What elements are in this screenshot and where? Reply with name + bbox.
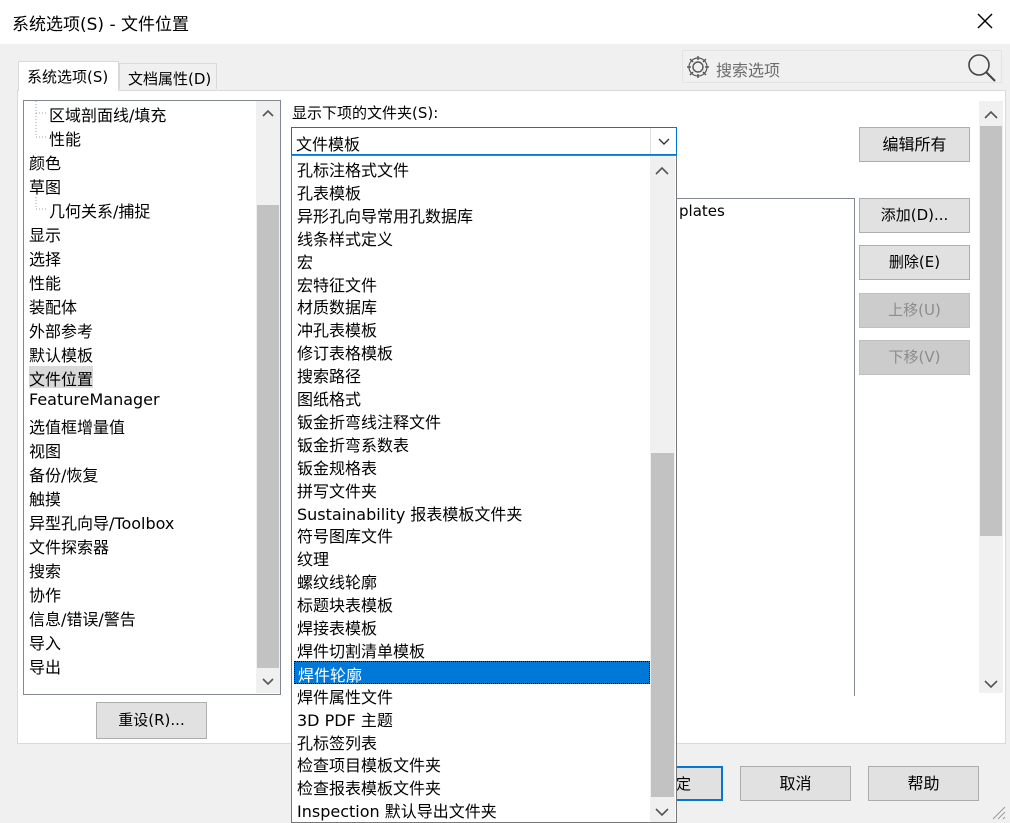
- close-icon: [977, 13, 993, 29]
- panel-scroll-thumb[interactable]: [980, 126, 1002, 536]
- tree-item[interactable]: 默认模板: [29, 342, 93, 365]
- tree-item[interactable]: 文件探索器: [29, 534, 109, 557]
- tree-item[interactable]: 外部参考: [29, 318, 93, 341]
- tree-connector-lines: [35, 101, 47, 210]
- options-tree[interactable]: 区域剖面线/填充 性能 颜色 草图 几何关系/捕捉 显示 选择 性能 装配体 外部参考 默认模板 文件…: [23, 100, 281, 695]
- dropdown-option[interactable]: 孔标注格式文件: [294, 157, 650, 180]
- dropdown-option[interactable]: 修订表格模板: [294, 340, 650, 363]
- help-button[interactable]: 帮助: [868, 766, 979, 801]
- combo-label: 显示下项的文件夹(S):: [292, 104, 439, 122]
- folder-type-dropdown-list[interactable]: 孔标注格式文件 孔表模板 异形孔向导常用孔数据库 线条样式定义宏宏特征文件 材质数据库冲…: [291, 155, 677, 823]
- close-button[interactable]: [970, 6, 1000, 36]
- dropdown-option[interactable]: 材质数据库: [294, 294, 650, 317]
- resize-grip-icon[interactable]: [990, 804, 1006, 820]
- ok-button-label: 定: [676, 775, 692, 793]
- tree-item[interactable]: 异型孔向导/Toolbox: [29, 510, 174, 533]
- delete-button[interactable]: 删除(E): [859, 245, 970, 280]
- dropdown-option[interactable]: 孔标签列表: [294, 730, 650, 753]
- dropdown-option[interactable]: 线条样式定义: [294, 226, 650, 249]
- tree-item[interactable]: 性能: [49, 126, 81, 149]
- add-button[interactable]: 添加(D)...: [859, 198, 970, 233]
- dropdown-option[interactable]: 纹理: [294, 546, 650, 569]
- tree-item[interactable]: 导出: [29, 654, 61, 677]
- dropdown-option[interactable]: 标题块表模板: [294, 592, 650, 615]
- dropdown-option[interactable]: 孔表模板: [294, 180, 650, 203]
- chevron-up-icon[interactable]: [654, 163, 670, 181]
- combo-dropdown-button[interactable]: [650, 128, 677, 154]
- tab-system-options[interactable]: 系统选项(S): [18, 61, 119, 91]
- dropdown-option[interactable]: Sustainability 报表模板文件夹: [294, 501, 650, 524]
- dropdown-option[interactable]: 冲孔表模板: [294, 317, 650, 340]
- dropdown-option[interactable]: 焊件切割清单模板: [294, 638, 650, 661]
- tab-document-properties[interactable]: 文档属性(D): [119, 63, 217, 89]
- dropdown-option[interactable]: 检查项目模板文件夹: [294, 752, 650, 775]
- search-icon[interactable]: [966, 52, 998, 84]
- dropdown-option[interactable]: 检查报表模板文件夹: [294, 775, 650, 798]
- dropdown-option[interactable]: 钣金折弯线注释文件: [294, 409, 650, 432]
- move-down-button[interactable]: 下移(V): [859, 340, 970, 375]
- tree-item[interactable]: 选值框增量值: [29, 414, 125, 437]
- dropdown-option[interactable]: 钣金规格表: [294, 455, 650, 478]
- chevron-down-icon[interactable]: [983, 676, 999, 694]
- tree-scroll-thumb[interactable]: [257, 205, 279, 668]
- tree-item[interactable]: 备份/恢复: [29, 462, 98, 485]
- tab-label: 文档属性(D): [128, 70, 212, 88]
- cancel-button[interactable]: 取消: [740, 766, 851, 801]
- dropdown-scroll-thumb[interactable]: [651, 453, 674, 797]
- tree-item[interactable]: 视图: [29, 438, 61, 461]
- dropdown-option[interactable]: 螺纹线轮廓: [294, 569, 650, 592]
- folder-list[interactable]: [648, 198, 855, 696]
- dropdown-option[interactable]: 异形孔向导常用孔数据库: [294, 203, 650, 226]
- reset-button[interactable]: 重设(R)...: [96, 702, 207, 739]
- combo-value: 文件模板: [296, 135, 361, 154]
- tree-item[interactable]: 导入: [29, 630, 61, 653]
- tree-item[interactable]: 协作: [29, 582, 61, 605]
- gear-icon: [687, 56, 709, 78]
- dropdown-option[interactable]: 拼写文件夹: [294, 478, 650, 501]
- tree-item[interactable]: 触摸: [29, 486, 61, 509]
- chevron-up-icon[interactable]: [983, 107, 999, 125]
- dropdown-option[interactable]: Inspection 默认导出文件夹: [294, 798, 650, 821]
- chevron-down-icon[interactable]: [654, 804, 670, 822]
- dropdown-option[interactable]: 3D PDF 主题: [294, 707, 650, 730]
- dropdown-option[interactable]: 焊接表模板: [294, 615, 650, 638]
- move-up-button[interactable]: 上移(U): [859, 293, 970, 328]
- tree-item[interactable]: 性能: [29, 270, 61, 293]
- dropdown-option[interactable]: 焊件轮廓: [294, 660, 650, 685]
- tab-label: 系统选项(S): [27, 68, 109, 86]
- window-title: 系统选项(S) - 文件位置: [12, 15, 189, 35]
- edit-all-button[interactable]: 编辑所有: [859, 127, 970, 162]
- chevron-up-icon[interactable]: [257, 104, 279, 123]
- search-placeholder: 搜索选项: [716, 61, 781, 80]
- tree-item[interactable]: 搜索: [29, 558, 61, 581]
- tree-item[interactable]: 选择: [29, 246, 61, 269]
- folder-list-item[interactable]: plates: [679, 202, 725, 220]
- dropdown-option[interactable]: 图纸格式: [294, 386, 650, 409]
- dropdown-option[interactable]: 符号图库文件: [294, 523, 650, 546]
- tree-item[interactable]: 装配体: [29, 294, 77, 317]
- dropdown-option[interactable]: 钣金折弯系数表: [294, 432, 650, 455]
- dropdown-option[interactable]: 宏特征文件: [294, 272, 650, 295]
- chevron-down-icon: [658, 138, 670, 145]
- dropdown-option[interactable]: 宏: [294, 249, 650, 272]
- dropdown-option[interactable]: 搜索路径: [294, 363, 650, 386]
- dropdown-option[interactable]: 焊件属性文件: [294, 684, 650, 707]
- tree-item[interactable]: 信息/错误/警告: [29, 606, 136, 629]
- tree-item[interactable]: 区域剖面线/填充: [49, 102, 166, 125]
- tree-item[interactable]: FeatureManager: [29, 390, 160, 412]
- tree-item[interactable]: 文件位置: [29, 366, 94, 389]
- chevron-down-icon[interactable]: [257, 673, 279, 692]
- tree-item[interactable]: 几何关系/捕捉: [49, 198, 150, 221]
